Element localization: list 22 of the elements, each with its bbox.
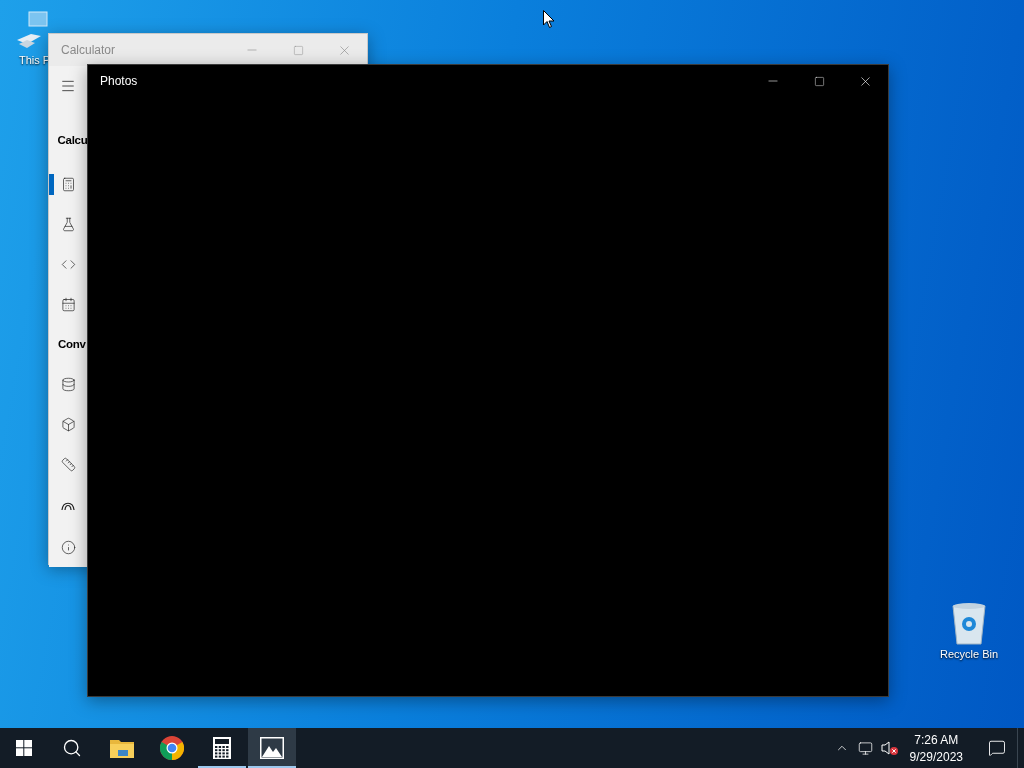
- clock-button[interactable]: 7:26 AM 9/29/2023: [901, 728, 971, 768]
- speech-bubble-icon: [988, 739, 1006, 757]
- window-title: Photos: [99, 74, 139, 88]
- windows-logo-icon: [16, 740, 32, 756]
- maximize-icon: [813, 75, 825, 87]
- about-button[interactable]: [60, 539, 76, 555]
- menu-button[interactable]: [60, 78, 76, 94]
- calculator-icon: [213, 737, 231, 759]
- browser-logo-icon: [160, 736, 184, 760]
- muted-speaker-icon: [880, 740, 899, 756]
- photo-icon: [260, 737, 284, 759]
- desktop-icon-label[interactable]: Recycle Bin: [940, 648, 999, 660]
- mode-button[interactable]: [60, 216, 76, 232]
- maximize-icon: [292, 44, 304, 56]
- section-heading: Calcu: [57, 134, 88, 146]
- section-heading: Conv: [58, 338, 86, 350]
- folder-icon: [110, 738, 134, 758]
- window-title: Calculator: [60, 43, 117, 57]
- search-icon: [62, 738, 82, 758]
- monitor-icon: [858, 740, 874, 756]
- taskbar-app-button[interactable]: [248, 728, 296, 768]
- mouse-pointer-icon: [543, 10, 555, 29]
